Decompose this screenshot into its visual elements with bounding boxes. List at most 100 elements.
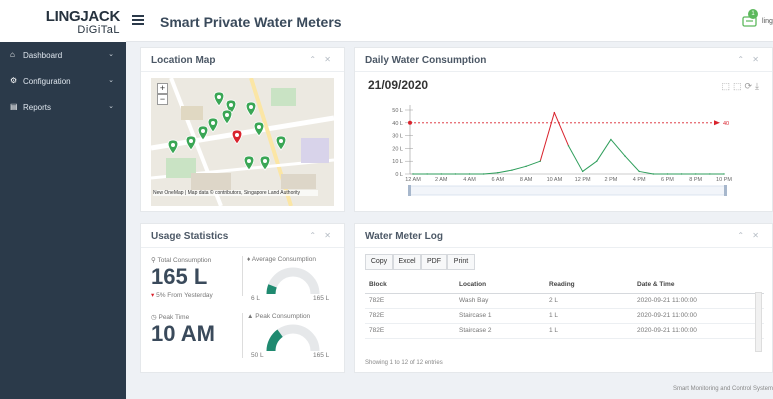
panel-title: Water Meter Log xyxy=(365,231,443,242)
copy-button[interactable]: Copy xyxy=(365,254,393,270)
map-marker-icon[interactable] xyxy=(259,155,271,171)
warning-icon: ▲ xyxy=(247,313,256,320)
sidebar-item-configuration[interactable]: ⚙ Configuration ⌄ xyxy=(0,68,126,94)
cogs-icon: ⚙ xyxy=(10,76,18,85)
x-tick-label: 6 PM xyxy=(661,177,674,183)
map-marker-icon[interactable] xyxy=(167,139,179,155)
total-consumption-value: 165 L xyxy=(151,264,208,289)
data-point[interactable] xyxy=(454,173,457,175)
data-point[interactable] xyxy=(426,173,428,175)
table-row[interactable]: 782E Staircase 1 1 L 2020-09-21 11:00:00 xyxy=(365,308,764,324)
log-table: Block Location Reading Date & Time 782E … xyxy=(365,277,764,339)
pdf-button[interactable]: PDF xyxy=(421,254,447,270)
excel-button[interactable]: Excel xyxy=(393,254,421,270)
zoom-handle-left[interactable] xyxy=(408,185,411,196)
x-tick-label: 2 AM xyxy=(435,177,448,183)
series-line-segment xyxy=(639,170,654,175)
top-header: Smart Private Water Meters 1 lingjack xyxy=(126,0,773,42)
chevron-down-icon: ⌄ xyxy=(108,51,114,58)
threshold-arrow xyxy=(714,120,720,126)
data-point[interactable] xyxy=(468,173,471,175)
threshold-start-marker xyxy=(408,120,412,125)
table-row[interactable]: 782E Wash Bay 2 L 2020-09-21 11:00:00 xyxy=(365,293,764,309)
user-name[interactable]: lingjack xyxy=(762,18,773,25)
data-point[interactable] xyxy=(652,173,655,175)
data-point[interactable] xyxy=(412,173,414,175)
panel-title: Location Map xyxy=(151,55,216,66)
data-point[interactable] xyxy=(482,173,485,175)
map-marker-icon[interactable] xyxy=(221,109,233,125)
panel-header: Location Map ⌃ ✕ xyxy=(141,48,344,72)
data-point[interactable] xyxy=(567,145,570,147)
column-header-block[interactable]: Block xyxy=(365,277,455,294)
column-header-date-time[interactable]: Date & Time xyxy=(633,277,764,294)
data-zoom-slider[interactable] xyxy=(409,185,727,196)
y-tick-label: 30 L xyxy=(392,134,403,140)
y-tick-label: 40 L xyxy=(392,121,403,127)
panel-controls[interactable]: ⌃ ✕ xyxy=(309,231,334,240)
page-title: Smart Private Water Meters xyxy=(160,14,342,30)
gauge-min: 50 L xyxy=(251,352,264,359)
data-point[interactable] xyxy=(525,165,527,168)
data-point[interactable] xyxy=(497,172,499,174)
brand-logo[interactable]: LINGJACK DiGiTaL xyxy=(0,0,126,42)
sidebar: LINGJACK DiGiTaL ⌂ Dashboard ⌄ ⚙ Configu… xyxy=(0,0,126,399)
map-marker-icon[interactable] xyxy=(231,129,243,145)
map-view[interactable]: + − New OneMap | Map data © contributors… xyxy=(151,78,334,206)
cell-location: Staircase 1 xyxy=(455,308,545,324)
change-indicator: ▾ 5% From Yesterday xyxy=(151,292,213,299)
divider xyxy=(242,256,243,296)
cell-datetime: 2020-09-21 11:00:00 xyxy=(633,293,764,309)
data-point[interactable] xyxy=(666,173,669,175)
map-marker-icon[interactable] xyxy=(213,91,225,107)
column-header-reading[interactable]: Reading xyxy=(545,277,633,294)
data-point[interactable] xyxy=(723,173,725,175)
app-root: LINGJACK DiGiTaL ⌂ Dashboard ⌄ ⚙ Configu… xyxy=(0,0,773,399)
gauge-max: 165 L xyxy=(313,295,330,302)
data-point[interactable] xyxy=(553,111,556,114)
data-point[interactable] xyxy=(511,169,513,171)
series-line-segment xyxy=(582,160,598,172)
map-marker-icon[interactable] xyxy=(245,101,257,117)
table-row[interactable]: 782E Staircase 2 1 L 2020-09-21 11:00:00 xyxy=(365,323,764,339)
map-marker-icon[interactable] xyxy=(275,135,287,151)
map-marker-icon[interactable] xyxy=(253,121,265,137)
panel-controls[interactable]: ⌃ ✕ xyxy=(737,231,762,240)
map-marker-icon[interactable] xyxy=(207,117,219,133)
series-line-segment xyxy=(497,169,513,174)
data-point[interactable] xyxy=(680,173,683,175)
data-point[interactable] xyxy=(596,160,598,162)
home-icon: ⌂ xyxy=(10,50,15,59)
cell-block: 782E xyxy=(365,308,455,324)
map-marker-icon[interactable] xyxy=(243,155,255,171)
chevron-down-icon: ⌄ xyxy=(108,77,114,84)
data-point[interactable] xyxy=(539,160,541,162)
hamburger-menu-icon[interactable] xyxy=(132,15,144,25)
average-consumption-label: ♦ Average Consumption xyxy=(247,256,316,263)
peak-consumption-gauge xyxy=(266,324,320,352)
panel-controls[interactable]: ⌃ ✕ xyxy=(309,55,334,64)
data-point[interactable] xyxy=(638,170,640,173)
map-marker-icon[interactable] xyxy=(197,125,209,141)
zoom-handle-right[interactable] xyxy=(724,185,727,196)
data-point[interactable] xyxy=(440,173,442,175)
sidebar-item-dashboard[interactable]: ⌂ Dashboard ⌄ xyxy=(0,42,126,68)
cell-datetime: 2020-09-21 11:00:00 xyxy=(633,323,764,339)
column-header-location[interactable]: Location xyxy=(455,277,545,294)
brand-subname: DiGiTaL xyxy=(77,24,120,36)
data-point[interactable] xyxy=(709,173,711,175)
table-scrollbar[interactable] xyxy=(755,292,762,352)
divider xyxy=(242,313,243,358)
sidebar-item-reports[interactable]: ▤ Reports ⌄ xyxy=(0,94,126,120)
print-button[interactable]: Print xyxy=(447,254,475,270)
map-attribution: New OneMap | Map data © contributors, Si… xyxy=(153,190,318,196)
x-tick-label: 6 AM xyxy=(492,177,505,183)
series-line-segment xyxy=(539,112,555,162)
data-point[interactable] xyxy=(695,173,697,175)
series-line-segment xyxy=(596,139,612,162)
cell-block: 782E xyxy=(365,323,455,339)
data-point[interactable] xyxy=(581,170,584,173)
map-marker-icon[interactable] xyxy=(185,135,197,151)
data-point[interactable] xyxy=(624,155,626,157)
data-point[interactable] xyxy=(610,138,612,141)
